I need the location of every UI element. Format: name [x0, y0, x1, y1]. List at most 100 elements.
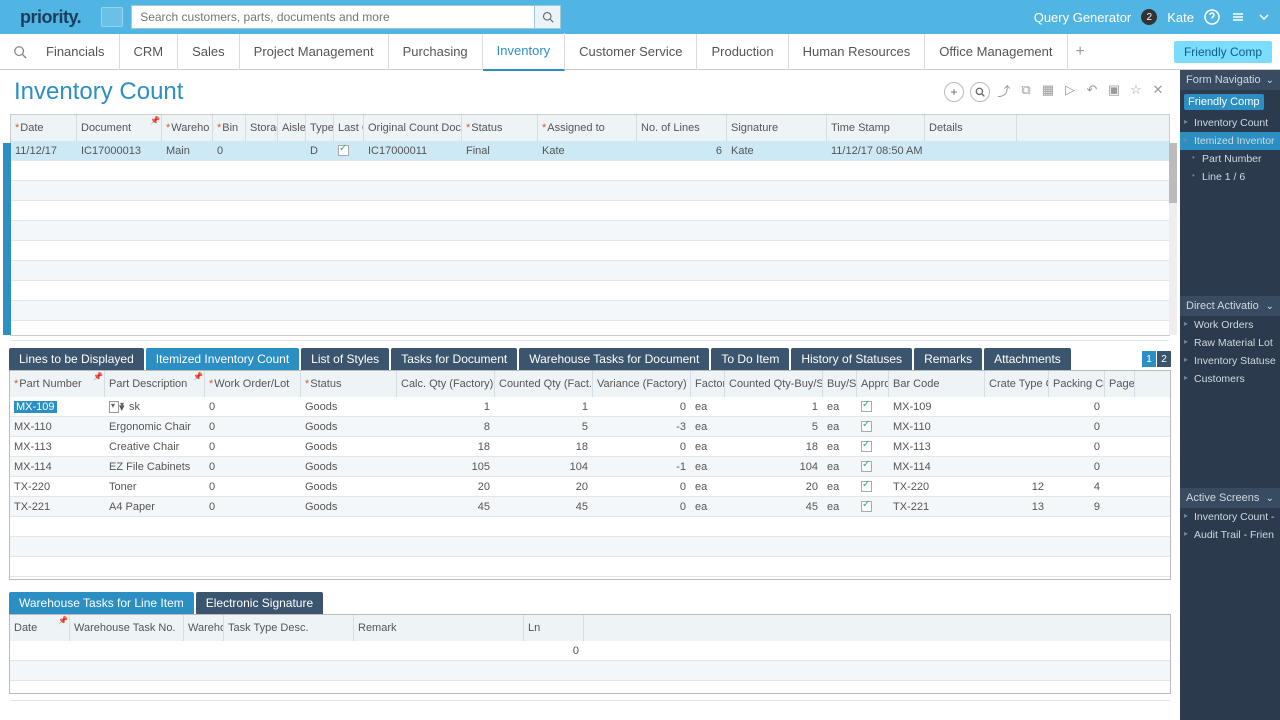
column-header[interactable]: Crate Type C [985, 371, 1049, 397]
tab-to-do-item[interactable]: To Do Item [711, 348, 789, 370]
column-header[interactable]: *Date [11, 115, 77, 141]
sidebar-section-nav[interactable]: Form Navigatio⌄ [1180, 70, 1280, 90]
nav-item-human-resources[interactable]: Human Resources [789, 34, 926, 70]
tab-list-of-styles[interactable]: List of Styles [301, 348, 389, 370]
nav-add-button[interactable]: + [1068, 43, 1093, 61]
column-header[interactable]: Time Stamp [827, 115, 925, 141]
table-row[interactable] [11, 261, 1169, 281]
tab-electronic-signature[interactable]: Electronic Signature [196, 592, 323, 614]
table-row[interactable] [11, 161, 1169, 181]
nav-item-inventory[interactable]: Inventory [483, 33, 565, 71]
tab-history-of-statuses[interactable]: History of Statuses [791, 348, 912, 370]
table-row[interactable]: MX-113Creative Chair0Goods18180ea18eaMX-… [10, 437, 1170, 457]
column-header[interactable]: Buy/Se [823, 371, 857, 397]
nav-item-financials[interactable]: Financials [32, 34, 120, 70]
column-header[interactable]: Type [306, 115, 334, 141]
export-icon[interactable]: ▦ [1040, 82, 1056, 98]
column-header[interactable]: Signature [727, 115, 827, 141]
nav-item-customer-service[interactable]: Customer Service [565, 34, 697, 70]
column-header[interactable]: Document📌 [77, 115, 162, 141]
sidebar-item[interactable]: Inventory Count - [1180, 508, 1280, 526]
sidebar-item[interactable]: Work Orders [1180, 316, 1280, 334]
sidebar-item[interactable]: Raw Material Lot [1180, 334, 1280, 352]
column-header[interactable]: Storag [246, 115, 278, 141]
column-header[interactable]: *Part Number📌 [10, 371, 105, 397]
column-header[interactable]: Remark [354, 615, 524, 641]
column-header[interactable]: Original Count Doc [364, 115, 462, 141]
column-header[interactable]: Bar Code [889, 371, 985, 397]
sidebar-section-direct[interactable]: Direct Activatio⌄ [1180, 296, 1280, 316]
query-generator-link[interactable]: Query Generator [1034, 10, 1132, 25]
close-icon[interactable]: ✕ [1150, 82, 1166, 98]
table-row[interactable] [11, 281, 1169, 301]
table-row[interactable]: 11/12/17IC17000013Main0DIC17000011FinalK… [11, 141, 1169, 161]
sidebar-item[interactable]: Part Number [1180, 150, 1280, 168]
column-header[interactable]: Wareho [184, 615, 224, 641]
column-header[interactable]: Part Description📌 [105, 371, 205, 397]
sidebar-section-active[interactable]: Active Screens⌄ [1180, 488, 1280, 508]
column-header[interactable]: *Status [462, 115, 538, 141]
column-header[interactable]: Counted Qty-Buy/S [725, 371, 823, 397]
play-icon[interactable]: ▷ [1062, 82, 1078, 98]
card-icon[interactable] [101, 7, 123, 27]
sidebar-item[interactable]: Inventory Count [1180, 114, 1280, 132]
add-button[interactable]: + [944, 82, 964, 102]
column-header[interactable]: Packing Cr [1049, 371, 1105, 397]
nav-item-crm[interactable]: CRM [120, 34, 179, 70]
column-header[interactable]: Aisle [278, 115, 306, 141]
tab-lines-to-be-displayed[interactable]: Lines to be Displayed [9, 348, 144, 370]
table-row[interactable]: MX-109 ▾ sk0Goods110ea1eaMX-1090 [10, 397, 1170, 417]
company-selector[interactable]: Friendly Comp [1174, 41, 1272, 63]
column-header[interactable]: *Work Order/Lot [205, 371, 301, 397]
sidebar-company-button[interactable]: Friendly Comp [1184, 94, 1264, 110]
sidebar-item[interactable]: Customers [1180, 370, 1280, 388]
table-row[interactable] [11, 221, 1169, 241]
user-name[interactable]: Kate [1167, 10, 1194, 25]
search-input[interactable] [131, 5, 535, 29]
table-row[interactable] [11, 181, 1169, 201]
search-button[interactable] [535, 5, 561, 29]
scrollbar[interactable] [1169, 143, 1177, 203]
sheet-button[interactable]: 2 [1157, 351, 1171, 367]
column-header[interactable]: Page [1105, 371, 1135, 397]
column-header[interactable]: Calc. Qty (Factory) [397, 371, 495, 397]
column-header[interactable]: Details [925, 115, 1017, 141]
table-row[interactable]: TX-220Toner0Goods20200ea20eaTX-220124 [10, 477, 1170, 497]
bookmark-icon[interactable]: ▣ [1106, 82, 1122, 98]
share-icon[interactable]: ⤴ [996, 82, 1012, 98]
column-header[interactable]: Appro [857, 371, 889, 397]
sidebar-item[interactable]: Inventory Statuse [1180, 352, 1280, 370]
help-icon[interactable] [1204, 9, 1220, 25]
column-header[interactable]: *Status [301, 371, 397, 397]
nav-item-project-management[interactable]: Project Management [240, 34, 389, 70]
sheet-button[interactable]: 1 [1142, 351, 1156, 367]
tab-attachments[interactable]: Attachments [984, 348, 1071, 370]
table-row[interactable]: MX-110Ergonomic Chair0Goods85-3ea5eaMX-1… [10, 417, 1170, 437]
table-row[interactable] [11, 241, 1169, 261]
nav-item-purchasing[interactable]: Purchasing [389, 34, 483, 70]
tab-warehouse-tasks-for-line-item[interactable]: Warehouse Tasks for Line Item [9, 592, 194, 614]
nav-item-production[interactable]: Production [697, 34, 788, 70]
column-header[interactable]: *Assigned to [538, 115, 637, 141]
column-header[interactable]: *Bin [213, 115, 246, 141]
column-header[interactable]: No. of Lines [637, 115, 727, 141]
column-header[interactable]: Factory [691, 371, 725, 397]
column-header[interactable]: Date📌 [10, 615, 70, 641]
table-row[interactable] [11, 321, 1169, 341]
column-header[interactable]: *Wareho [162, 115, 213, 141]
tab-warehouse-tasks-for-document[interactable]: Warehouse Tasks for Document [519, 348, 709, 370]
nav-item-sales[interactable]: Sales [178, 34, 240, 70]
column-header[interactable]: Task Type Desc. [224, 615, 354, 641]
column-header[interactable]: Counted Qty (Fact. [495, 371, 593, 397]
notification-badge[interactable]: 2 [1141, 9, 1157, 25]
copy-icon[interactable]: ⧉ [1018, 82, 1034, 98]
tab-tasks-for-document[interactable]: Tasks for Document [391, 348, 517, 370]
chevron-down-icon[interactable] [1256, 9, 1272, 25]
nav-item-office-management[interactable]: Office Management [925, 34, 1067, 70]
menu-icon[interactable] [1230, 9, 1246, 25]
column-header[interactable]: Variance (Factory) [593, 371, 691, 397]
table-row[interactable]: 0 [10, 641, 1170, 661]
search-button[interactable] [970, 82, 990, 102]
undo-icon[interactable]: ↶ [1084, 82, 1100, 98]
star-icon[interactable]: ☆ [1128, 82, 1144, 98]
